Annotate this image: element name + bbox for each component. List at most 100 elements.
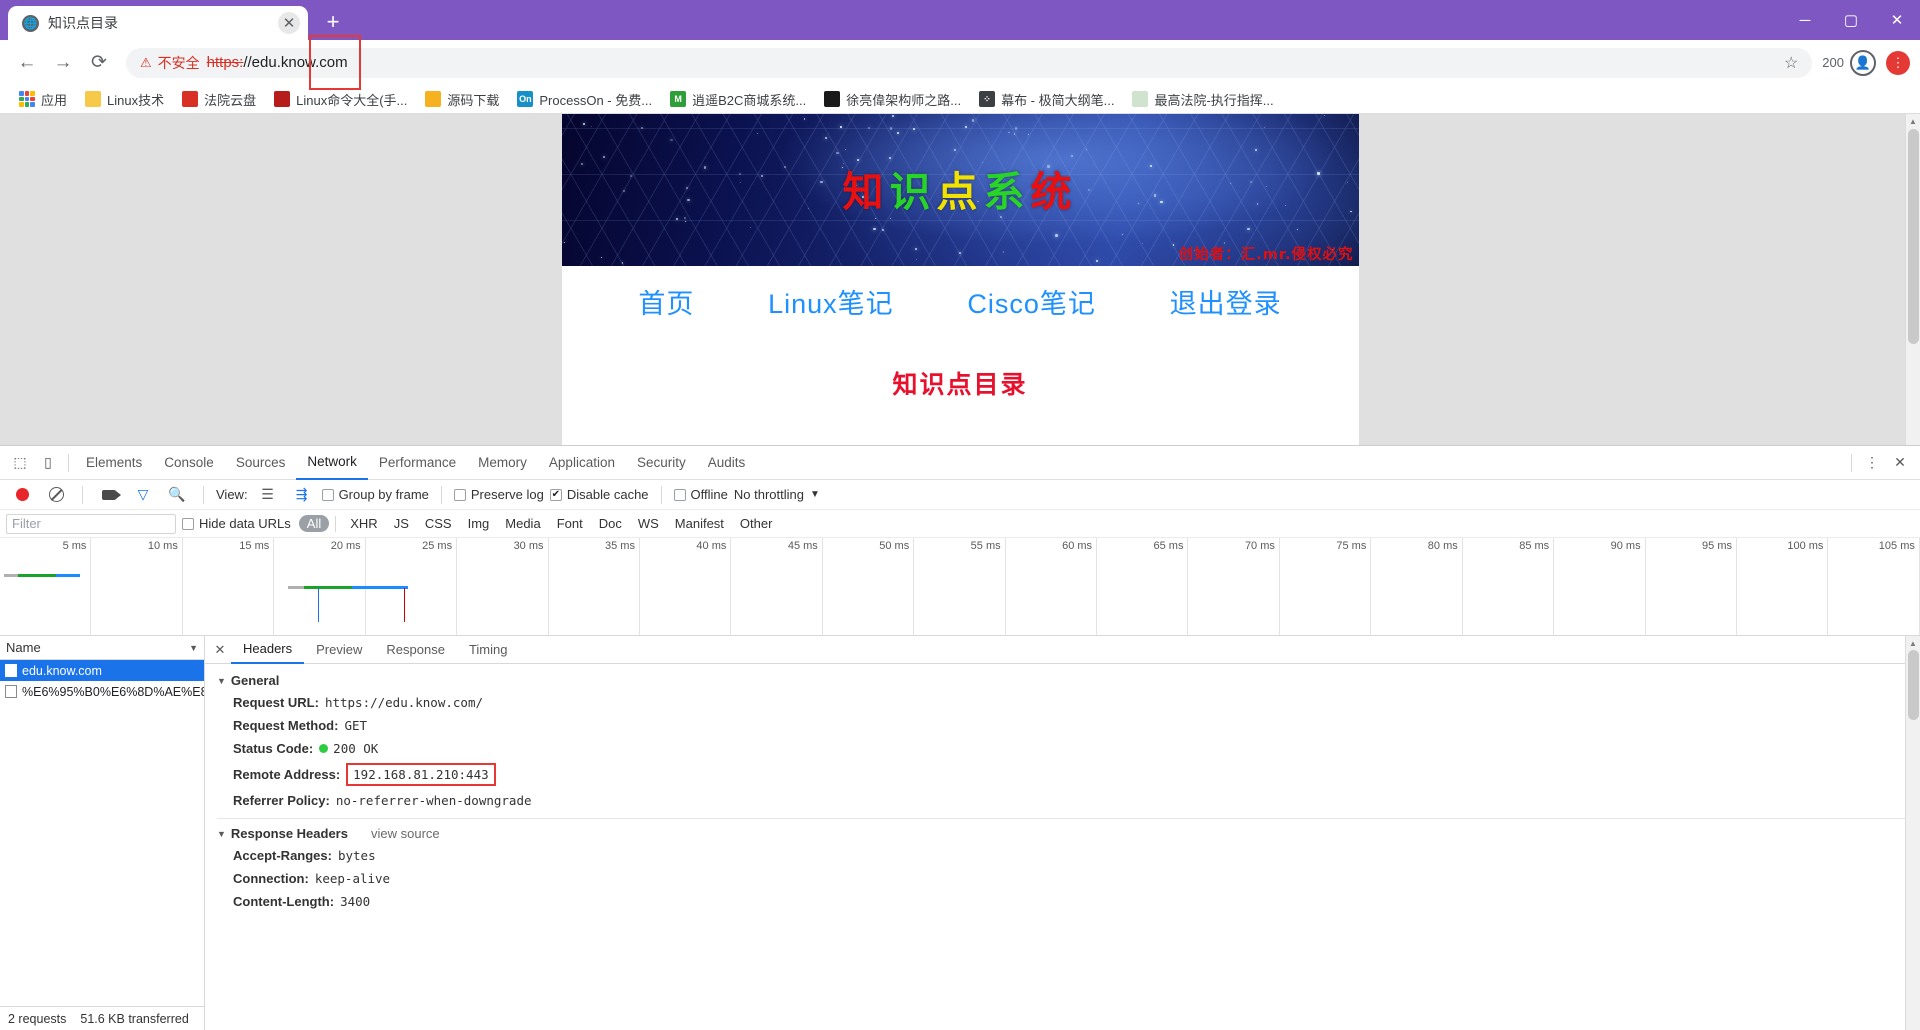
devtools-tab-memory[interactable]: Memory <box>467 446 538 480</box>
inspect-cursor-icon[interactable]: ⬚ <box>6 450 34 476</box>
search-icon[interactable]: 🔍 <box>163 482 191 508</box>
reload-button[interactable]: ⟳ <box>82 46 116 80</box>
hide-data-urls-toggle[interactable]: Hide data URLs <box>182 516 291 531</box>
view-label: View: <box>216 487 248 502</box>
filter-input[interactable]: Filter <box>6 514 176 534</box>
devtools-tab-security[interactable]: Security <box>626 446 697 480</box>
page-scrollbar[interactable]: ▲ <box>1905 114 1920 445</box>
bookmark-item[interactable]: Linux命令大全(手... <box>265 87 416 111</box>
devtools-scrollbar[interactable]: ▲ <box>1905 636 1920 1030</box>
triangle-down-icon[interactable]: ▼ <box>217 676 226 686</box>
devtools-tab-application[interactable]: Application <box>538 446 626 480</box>
detail-tab-headers[interactable]: Headers <box>231 636 304 664</box>
request-row[interactable]: edu.know.com <box>0 660 204 681</box>
preserve-log-toggle[interactable]: Preserve log <box>454 487 544 502</box>
devtools-tab-sources[interactable]: Sources <box>225 446 297 480</box>
devtools-tab-network[interactable]: Network <box>296 446 368 480</box>
type-filter-media[interactable]: Media <box>497 515 548 532</box>
not-secure-label[interactable]: 不安全 <box>158 53 200 73</box>
general-section-title[interactable]: ▼ General <box>205 670 1905 691</box>
bookmark-item[interactable]: OnProcessOn - 免费... <box>508 87 661 111</box>
devtools-tab-audits[interactable]: Audits <box>697 446 757 480</box>
group-by-frame-checkbox[interactable] <box>322 489 334 501</box>
site-nav-link[interactable]: Cisco笔记 <box>967 282 1096 321</box>
list-view-icon[interactable]: ☰ <box>254 482 282 508</box>
screenshot-camera-icon[interactable] <box>95 482 123 508</box>
forward-button[interactable]: → <box>46 46 80 80</box>
clear-icon[interactable] <box>42 482 70 508</box>
site-nav-link[interactable]: 首页 <box>638 282 694 321</box>
profile-avatar[interactable]: 👤 <box>1846 46 1880 80</box>
type-filter-css[interactable]: CSS <box>417 515 460 532</box>
new-tab-button[interactable]: + <box>318 7 348 37</box>
detail-tab-timing[interactable]: Timing <box>457 636 520 664</box>
detail-close-icon[interactable]: ✕ <box>209 642 231 658</box>
scroll-thumb[interactable] <box>1908 129 1919 344</box>
browser-tab[interactable]: 🌐 知识点目录 ✕ <box>8 6 308 40</box>
funnel-icon[interactable]: ▽ <box>129 482 157 508</box>
disable-cache-checkbox[interactable] <box>550 489 562 501</box>
record-dot-icon[interactable] <box>8 482 36 508</box>
extension-count-badge[interactable]: 200 <box>1822 55 1844 70</box>
type-filter-font[interactable]: Font <box>549 515 591 532</box>
type-filter-ws[interactable]: WS <box>630 515 667 532</box>
site-banner: 知识点系统 创始者：汇.mr.侵权必究 <box>562 114 1359 266</box>
detail-tab-preview[interactable]: Preview <box>304 636 374 664</box>
bookmark-item[interactable]: 徐亮偉架构师之路... <box>815 87 970 111</box>
request-list-header[interactable]: Name ▼ <box>0 636 204 660</box>
window-close-button[interactable]: ✕ <box>1874 0 1920 40</box>
detail-tab-response[interactable]: Response <box>374 636 457 664</box>
type-filter-img[interactable]: Img <box>460 515 498 532</box>
triangle-down-icon[interactable]: ▼ <box>217 829 226 839</box>
type-filter-js[interactable]: JS <box>386 515 417 532</box>
header-row: Content-Length:3400 <box>205 890 1905 913</box>
offline-checkbox[interactable] <box>674 489 686 501</box>
tux-icon <box>274 91 290 107</box>
sort-caret-icon[interactable]: ▼ <box>189 643 198 653</box>
waterfall-view-icon[interactable]: ⇶ <box>288 482 316 508</box>
bookmark-item[interactable]: 法院云盘 <box>173 87 265 111</box>
bookmark-item[interactable]: 应用 <box>10 87 76 111</box>
site-nav-link[interactable]: Linux笔记 <box>768 282 894 321</box>
bookmark-item[interactable]: Linux技术 <box>76 87 173 111</box>
request-row[interactable]: %E6%95%B0%E6%8D%AE%E8... <box>0 681 204 702</box>
address-bar[interactable]: ⚠ 不安全 https: //edu.know.com ☆ <box>126 48 1812 78</box>
bookmark-star-icon[interactable]: ☆ <box>1784 53 1798 73</box>
maximize-button[interactable]: ▢ <box>1828 0 1874 40</box>
device-toolbar-icon[interactable]: ▯ <box>34 450 62 476</box>
devtools-more-icon[interactable]: ⋮ <box>1858 450 1886 476</box>
chevron-down-icon[interactable]: ▼ <box>810 489 820 500</box>
disable-cache-toggle[interactable]: Disable cache <box>550 487 649 502</box>
type-filter-xhr[interactable]: XHR <box>342 515 385 532</box>
devtools-tab-performance[interactable]: Performance <box>368 446 467 480</box>
type-filter-other[interactable]: Other <box>732 515 781 532</box>
hide-data-urls-checkbox[interactable] <box>182 518 194 530</box>
banner-title: 知识点系统 <box>562 158 1359 218</box>
bookmark-item[interactable]: ⁘幕布 - 极简大纲笔... <box>970 87 1123 111</box>
response-headers-section-title[interactable]: ▼ Response Headers view source <box>205 823 1905 844</box>
type-filter-all[interactable]: All <box>299 515 329 532</box>
offline-toggle[interactable]: Offline <box>674 487 728 502</box>
scroll-up-icon[interactable]: ▲ <box>1906 636 1920 651</box>
bookmark-item[interactable]: 最高法院-执行指挥... <box>1123 87 1282 111</box>
type-filter-manifest[interactable]: Manifest <box>667 515 732 532</box>
devtools-close-icon[interactable]: ✕ <box>1886 450 1914 476</box>
close-icon[interactable]: ✕ <box>278 12 300 34</box>
devtools-tab-elements[interactable]: Elements <box>75 446 153 480</box>
view-source-link[interactable]: view source <box>371 826 440 841</box>
scroll-up-icon[interactable]: ▲ <box>1906 114 1920 129</box>
scroll-thumb[interactable] <box>1908 650 1919 720</box>
bookmark-item[interactable]: M逍遥B2C商城系统... <box>661 87 815 111</box>
preserve-log-checkbox[interactable] <box>454 489 466 501</box>
minimize-button[interactable]: ─ <box>1782 0 1828 40</box>
back-button[interactable]: ← <box>10 46 44 80</box>
throttling-select[interactable]: No throttling <box>734 487 804 502</box>
divider <box>68 454 69 472</box>
type-filter-doc[interactable]: Doc <box>591 515 630 532</box>
group-by-frame-toggle[interactable]: Group by frame <box>322 487 429 502</box>
site-nav-link[interactable]: 退出登录 <box>1170 282 1282 321</box>
detail-tab-list: HeadersPreviewResponseTiming <box>231 636 519 664</box>
bookmark-item[interactable]: 源码下载 <box>416 87 508 111</box>
chrome-menu-button[interactable]: ⋮ <box>1886 51 1910 75</box>
devtools-tab-console[interactable]: Console <box>153 446 225 480</box>
